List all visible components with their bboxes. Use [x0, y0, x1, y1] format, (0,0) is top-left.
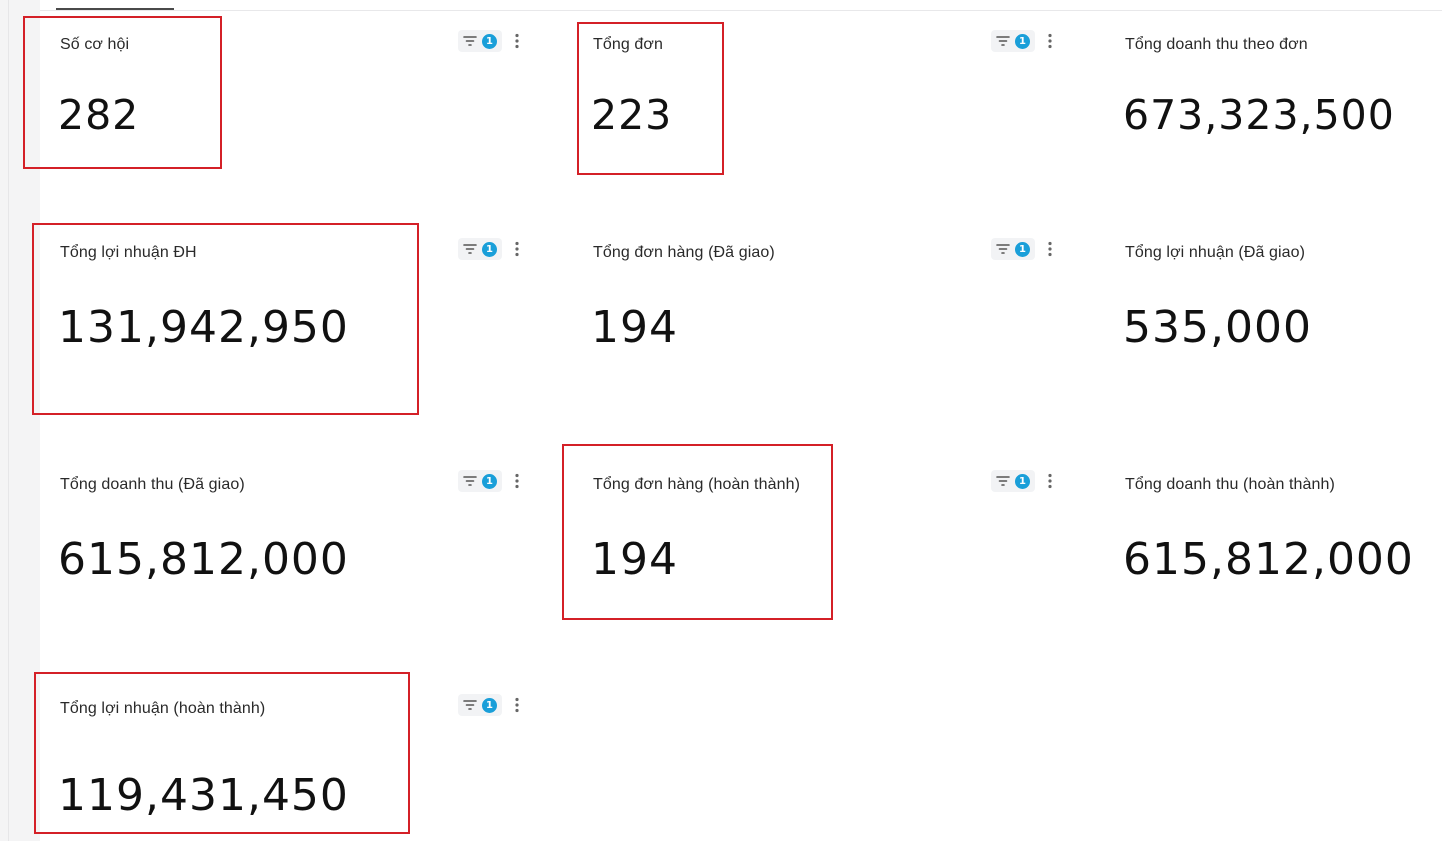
more-vertical-icon[interactable]: [514, 33, 520, 49]
filter-count-badge: 1: [482, 33, 497, 49]
metric-card: Tổng doanh thu (hoàn thành) 615,812,000: [1123, 476, 1435, 676]
card-value: 615,812,000: [58, 534, 349, 585]
highlight-box: [32, 223, 419, 415]
filter-icon: [996, 244, 1010, 254]
highlight-box: [577, 22, 724, 175]
filter-button[interactable]: 1: [458, 694, 502, 716]
more-vertical-icon[interactable]: [1047, 33, 1053, 49]
metric-card: Tổng doanh thu theo đơn 673,323,500: [1123, 36, 1435, 236]
filter-button[interactable]: 1: [991, 470, 1035, 492]
card-actions: 1: [991, 30, 1053, 52]
filter-button[interactable]: 1: [458, 470, 502, 492]
filter-count-badge: 1: [482, 473, 497, 489]
active-tab-indicator: [56, 8, 174, 10]
filter-count-badge: 1: [482, 241, 497, 257]
card-value: 615,812,000: [1123, 534, 1414, 585]
metric-card: Tổng doanh thu (Đã giao) 1 615,812,000: [58, 470, 580, 676]
filter-icon: [996, 36, 1010, 46]
card-actions: 1: [458, 30, 520, 52]
filter-icon: [463, 476, 477, 486]
card-title: Tổng doanh thu (hoàn thành): [1125, 476, 1335, 493]
filter-button[interactable]: 1: [458, 30, 502, 52]
filter-icon: [463, 244, 477, 254]
more-vertical-icon[interactable]: [514, 241, 520, 257]
more-vertical-icon[interactable]: [1047, 473, 1053, 489]
card-actions: 1: [458, 694, 520, 716]
filter-button[interactable]: 1: [458, 238, 502, 260]
filter-icon: [996, 476, 1010, 486]
more-vertical-icon[interactable]: [514, 697, 520, 713]
highlight-box: [562, 444, 833, 620]
card-title: Tổng lợi nhuận (Đã giao): [1125, 244, 1306, 261]
filter-icon: [463, 700, 477, 710]
card-title: Tổng đơn hàng (Đã giao): [593, 244, 775, 261]
filter-count-badge: 1: [1015, 473, 1030, 489]
card-value: 535,000: [1123, 302, 1312, 353]
card-value: 673,323,500: [1123, 91, 1395, 139]
card-title: Tổng doanh thu (Đã giao): [60, 476, 245, 493]
card-actions: 1: [991, 238, 1053, 260]
filter-count-badge: 1: [1015, 33, 1030, 49]
more-vertical-icon[interactable]: [1047, 241, 1053, 257]
gutter-divider: [8, 0, 9, 841]
filter-button[interactable]: 1: [991, 30, 1035, 52]
tab-bar-border: [40, 10, 1442, 11]
card-value: 194: [591, 302, 678, 353]
card-actions: 1: [991, 470, 1053, 492]
filter-count-badge: 1: [1015, 241, 1030, 257]
metric-card: Tổng đơn hàng (Đã giao) 1 194: [591, 238, 1113, 444]
filter-button[interactable]: 1: [991, 238, 1035, 260]
filter-count-badge: 1: [482, 697, 497, 713]
card-title: Tổng doanh thu theo đơn: [1125, 36, 1308, 53]
metric-card: Tổng lợi nhuận (Đã giao) 535,000: [1123, 244, 1435, 444]
card-actions: 1: [458, 238, 520, 260]
highlight-box: [23, 16, 222, 169]
more-vertical-icon[interactable]: [514, 473, 520, 489]
card-actions: 1: [458, 470, 520, 492]
filter-icon: [463, 36, 477, 46]
highlight-box: [34, 672, 410, 834]
